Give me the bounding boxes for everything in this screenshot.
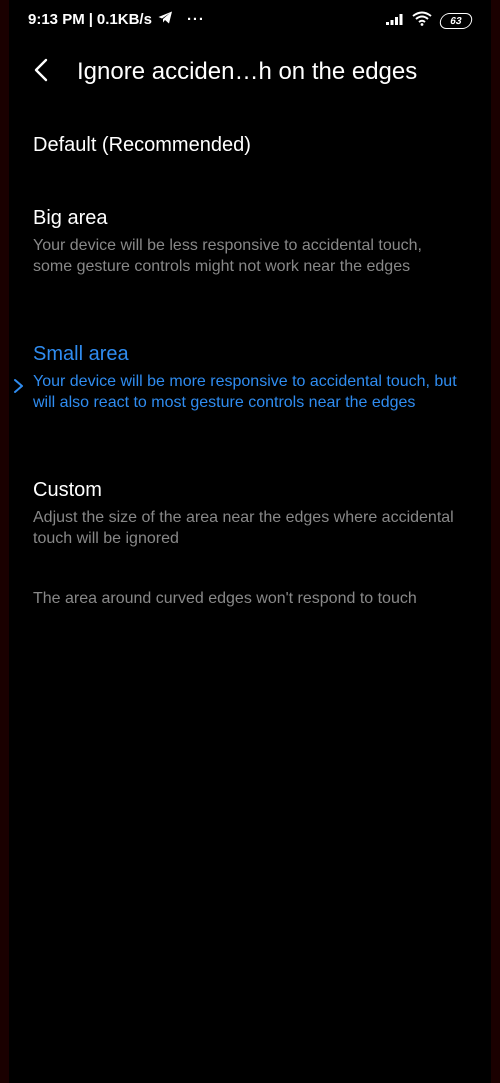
option-custom[interactable]: Custom Adjust the size of the area near …: [33, 477, 463, 549]
option-description: Your device will be more responsive to a…: [33, 373, 457, 411]
status-time: 9:13 PM: [28, 11, 85, 28]
battery-level: 63: [449, 15, 463, 27]
option-title: Default (Recommended): [33, 134, 251, 156]
status-separator: |: [88, 11, 93, 28]
option-title: Custom: [33, 479, 102, 501]
more-notifications-icon: ···: [186, 11, 205, 28]
header: Ignore acciden…h on the edges: [0, 52, 500, 92]
back-button[interactable]: [28, 58, 54, 86]
status-left: 9:13 PM | 0.1KB/s ···: [28, 11, 205, 28]
screen-edge-left: [0, 0, 9, 1083]
option-small-area[interactable]: Small area Your device will be more resp…: [33, 341, 463, 413]
back-arrow-icon: [34, 58, 48, 87]
option-default[interactable]: Default (Recommended): [33, 132, 463, 158]
option-description: Adjust the size of the area near the edg…: [33, 509, 454, 547]
page-title: Ignore acciden…h on the edges: [77, 58, 418, 85]
selected-chevron-icon: [12, 377, 26, 395]
network-speed: 0.1KB/s: [96, 11, 152, 28]
screen-edge-right: [491, 0, 500, 1083]
status-bar: 9:13 PM | 0.1KB/s ··· 63: [0, 0, 500, 42]
footer-note: The area around curved edges won't respo…: [33, 590, 417, 607]
signal-icon: [386, 12, 404, 30]
option-big-area[interactable]: Big area Your device will be less respon…: [33, 205, 463, 277]
status-right: 63: [386, 11, 474, 31]
option-description: Your device will be less responsive to a…: [33, 237, 422, 275]
option-title: Small area: [33, 343, 129, 365]
wifi-icon: [412, 11, 432, 31]
telegram-icon: [158, 11, 173, 28]
battery-icon: 63: [438, 13, 474, 29]
option-title: Big area: [33, 207, 108, 229]
